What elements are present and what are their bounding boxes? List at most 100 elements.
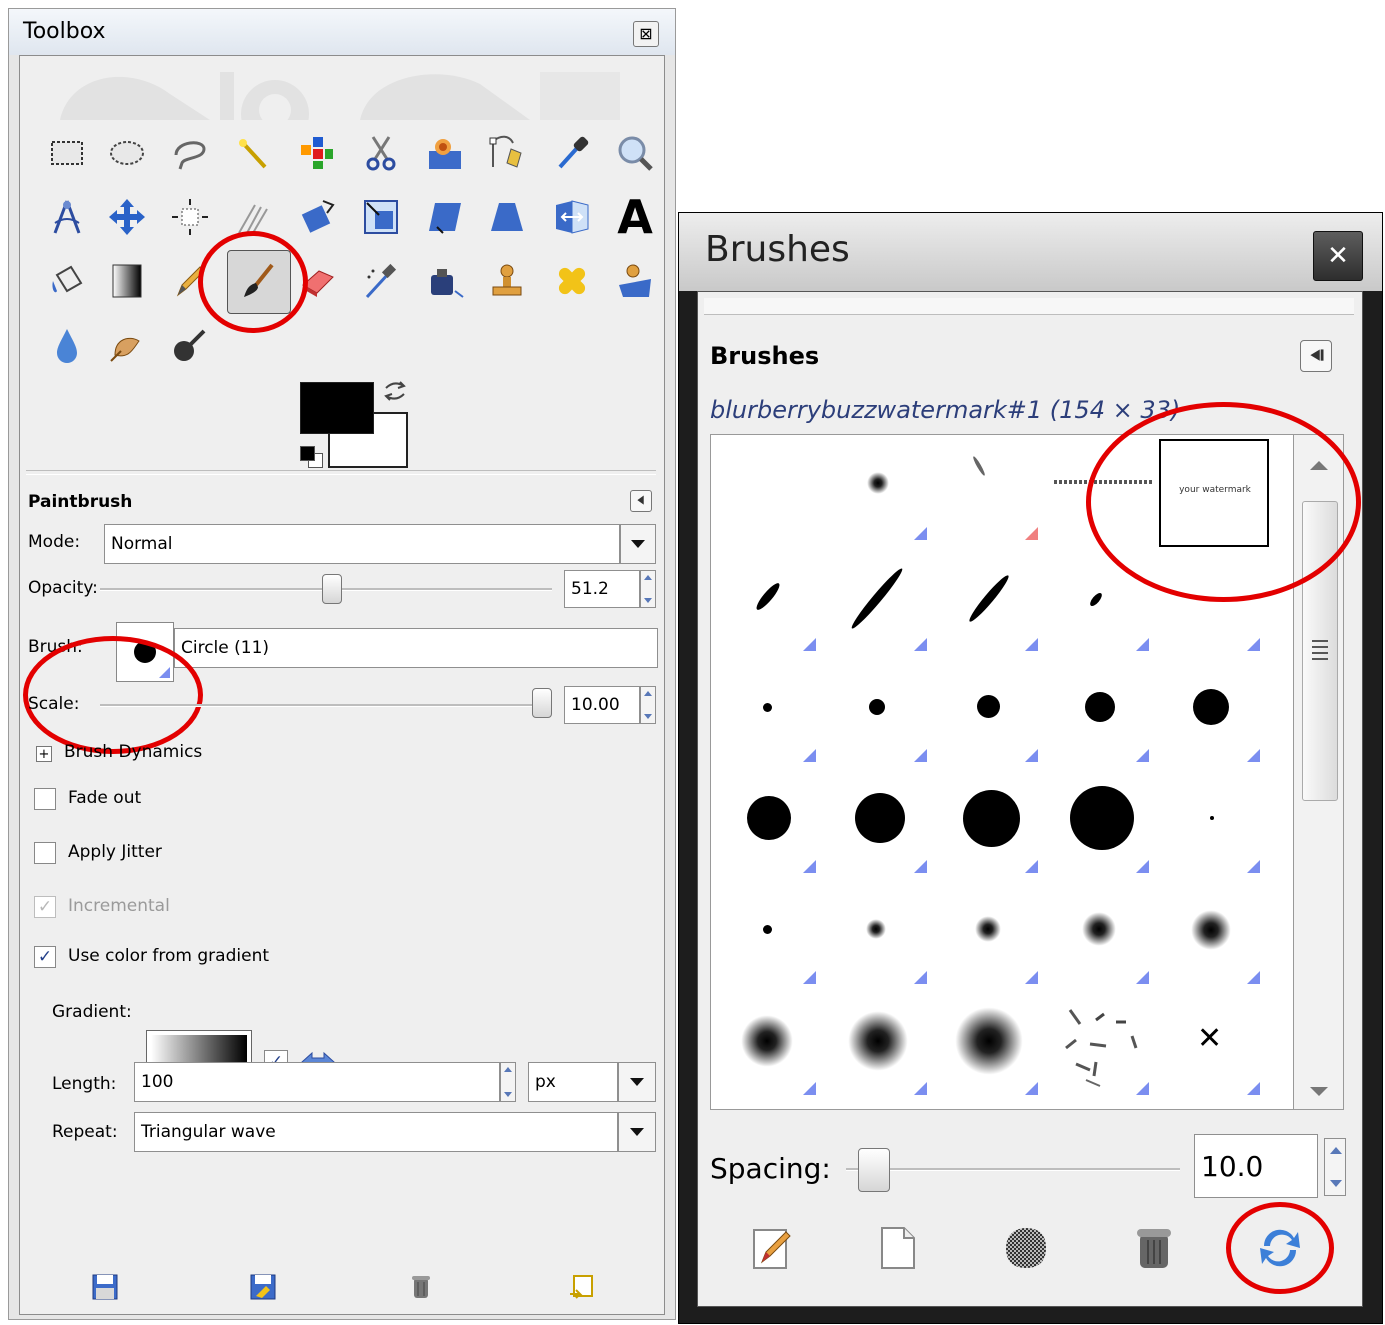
apply-jitter-checkbox[interactable]: [34, 842, 56, 864]
duplicate-brush-icon[interactable]: [1002, 1224, 1050, 1272]
foreground-color-swatch[interactable]: [300, 382, 374, 434]
brush-cell[interactable]: [933, 768, 1044, 879]
opacity-slider-handle[interactable]: [322, 574, 342, 604]
brush-cell[interactable]: ✕: [1155, 990, 1266, 1101]
toolbox-window: Toolbox ⊠ A Paintbrush Mode: Normal Opac…: [8, 8, 676, 1320]
mode-select[interactable]: Normal: [104, 524, 620, 564]
smudge-icon[interactable]: [102, 320, 152, 370]
delete-options-icon[interactable]: [406, 1272, 436, 1302]
fade-out-checkbox[interactable]: [34, 788, 56, 810]
perspective-clone-icon[interactable]: [610, 256, 660, 306]
brush-cell[interactable]: [1044, 768, 1155, 879]
perspective-icon[interactable]: [482, 192, 532, 242]
restore-options-icon[interactable]: [248, 1272, 278, 1302]
brush-cell[interactable]: [1155, 879, 1266, 990]
shear-icon[interactable]: [420, 192, 470, 242]
blur-icon[interactable]: [42, 320, 92, 370]
brush-cell[interactable]: [711, 657, 822, 768]
length-unit-dropdown-button[interactable]: [618, 1062, 656, 1102]
swap-colors-icon[interactable]: [382, 378, 408, 404]
opacity-spinner[interactable]: [640, 570, 656, 608]
use-color-gradient-checkbox[interactable]: ✓: [34, 946, 56, 968]
brushes-close-button[interactable]: ✕: [1313, 231, 1363, 281]
brush-cell[interactable]: [1044, 657, 1155, 768]
brush-name-field[interactable]: Circle (11): [174, 628, 658, 668]
clone-icon[interactable]: [482, 256, 532, 306]
brush-cell[interactable]: [822, 879, 933, 990]
spacing-value[interactable]: 10.0: [1194, 1134, 1318, 1198]
color-select-icon[interactable]: [292, 128, 342, 178]
scroll-down-icon[interactable]: [1310, 1087, 1328, 1096]
flip-icon[interactable]: [547, 192, 597, 242]
new-brush-icon[interactable]: [874, 1224, 922, 1272]
brush-cell[interactable]: [933, 546, 1044, 657]
color-picker-icon[interactable]: [547, 128, 597, 178]
brush-cell[interactable]: [711, 768, 822, 879]
mode-dropdown-button[interactable]: [620, 524, 656, 564]
brush-sponge-stroke: [971, 455, 987, 477]
brush-cell[interactable]: [1044, 990, 1155, 1101]
rotate-icon[interactable]: [292, 192, 342, 242]
brush-dynamics-expander[interactable]: +: [36, 746, 52, 762]
brush-cell[interactable]: [711, 435, 822, 546]
spacing-slider-handle[interactable]: [858, 1148, 890, 1192]
brush-cell[interactable]: [933, 990, 1044, 1101]
brush-cell[interactable]: [711, 879, 822, 990]
toolbox-titlebar[interactable]: Toolbox ⊠: [9, 9, 675, 55]
free-select-icon[interactable]: [165, 128, 215, 178]
ink-icon[interactable]: [420, 256, 470, 306]
brush-cell[interactable]: [822, 546, 933, 657]
zoom-icon[interactable]: [610, 128, 660, 178]
length-field[interactable]: 100: [134, 1062, 500, 1102]
brush-cell[interactable]: [1155, 768, 1266, 879]
rect-select-icon[interactable]: [42, 128, 92, 178]
brush-cell[interactable]: [822, 990, 933, 1101]
tool-options-menu-button[interactable]: [630, 490, 652, 512]
delete-brush-icon[interactable]: [1130, 1224, 1178, 1272]
scissors-select-icon[interactable]: [356, 128, 406, 178]
reset-options-icon[interactable]: [566, 1272, 596, 1302]
edit-brush-icon[interactable]: [748, 1224, 796, 1272]
default-colors-fg-icon[interactable]: [300, 446, 315, 461]
highlight-circle-paintbrush: [198, 231, 308, 333]
brush-cell[interactable]: [1044, 879, 1155, 990]
repeat-select[interactable]: Triangular wave: [134, 1112, 618, 1152]
brush-cell[interactable]: [822, 768, 933, 879]
brush-cell[interactable]: [1155, 657, 1266, 768]
save-options-icon[interactable]: [90, 1272, 120, 1302]
heal-icon[interactable]: [547, 256, 597, 306]
fuzzy-select-icon[interactable]: [228, 128, 278, 178]
dodge-burn-icon[interactable]: [165, 320, 215, 370]
brush-cell[interactable]: [933, 435, 1044, 546]
repeat-dropdown-button[interactable]: [618, 1112, 656, 1152]
brush-cell[interactable]: [933, 879, 1044, 990]
move-icon[interactable]: [102, 192, 152, 242]
spacing-spinner[interactable]: [1324, 1138, 1346, 1196]
scale-slider-track[interactable]: [100, 704, 552, 707]
scale-slider-handle[interactable]: [532, 688, 552, 718]
brush-cell[interactable]: [711, 546, 822, 657]
foreground-select-icon[interactable]: [420, 128, 470, 178]
brush-cell[interactable]: [933, 657, 1044, 768]
toolbox-close-button[interactable]: ⊠: [633, 21, 659, 47]
brush-cell[interactable]: [822, 435, 933, 546]
scale-spinner[interactable]: [640, 686, 656, 724]
bucket-fill-icon[interactable]: [42, 256, 92, 306]
brushes-menu-button[interactable]: [1300, 340, 1332, 372]
paths-icon[interactable]: [482, 128, 532, 178]
ellipse-select-icon[interactable]: [102, 128, 152, 178]
length-spinner[interactable]: [500, 1062, 516, 1102]
brushes-titlebar[interactable]: Brushes ✕: [679, 213, 1382, 291]
spacing-slider-track[interactable]: [846, 1168, 1180, 1171]
airbrush-icon[interactable]: [356, 256, 406, 306]
scale-value[interactable]: 10.00: [564, 686, 640, 724]
measure-icon[interactable]: [42, 192, 92, 242]
length-unit-select[interactable]: px: [528, 1062, 618, 1102]
align-icon[interactable]: [165, 192, 215, 242]
brush-cell[interactable]: [822, 657, 933, 768]
blend-icon[interactable]: [102, 256, 152, 306]
brush-cell[interactable]: [711, 990, 822, 1101]
text-icon[interactable]: A: [610, 190, 660, 244]
opacity-value[interactable]: 51.2: [564, 570, 640, 608]
scale-icon[interactable]: [356, 192, 406, 242]
